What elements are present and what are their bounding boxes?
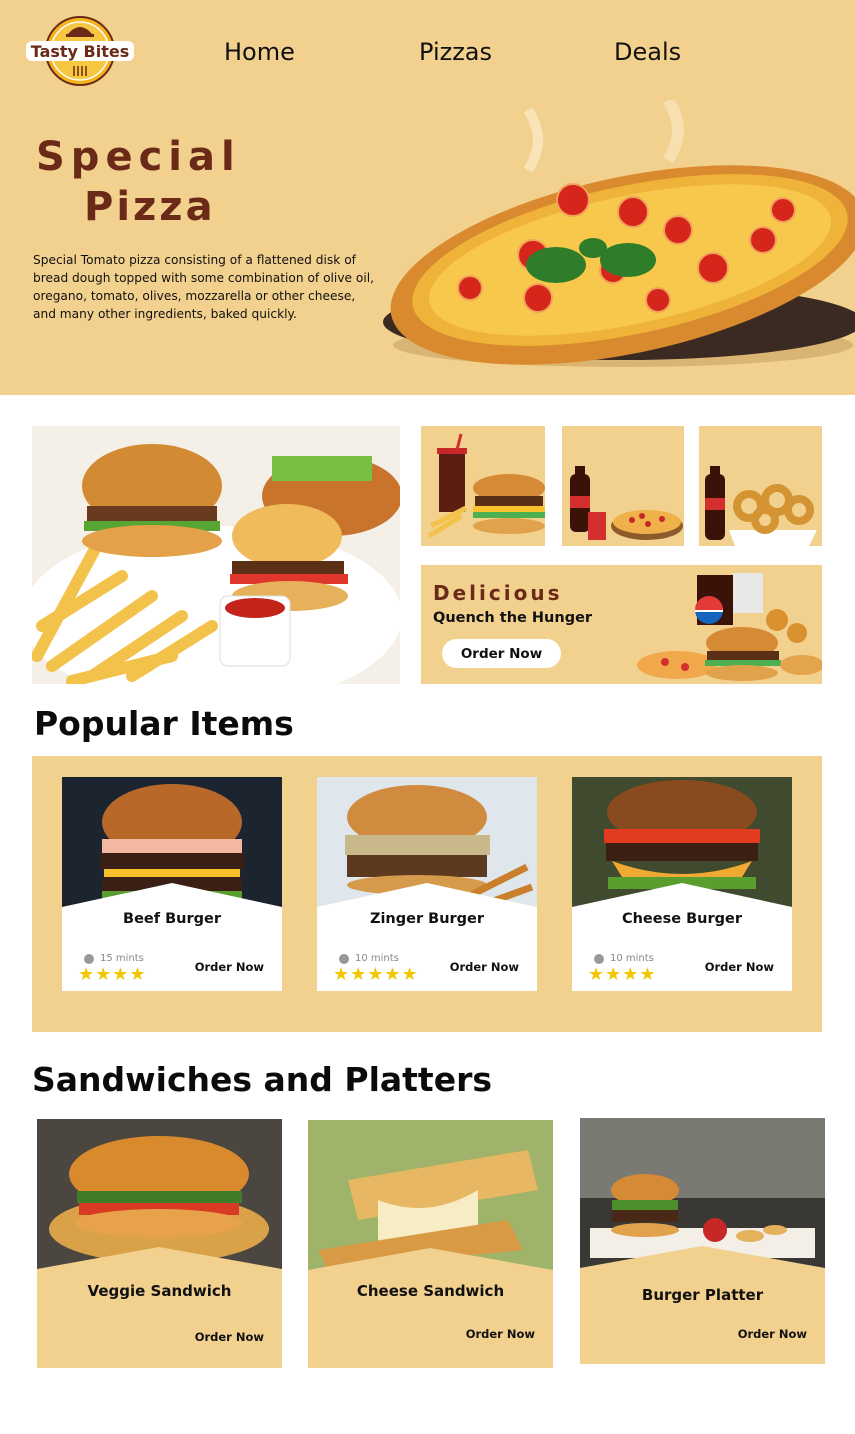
- popular-card-beef-burger[interactable]: Beef Burger 15 mints ★★★★ Order Now: [62, 777, 282, 991]
- hero-title-line2: Pizza: [84, 184, 216, 230]
- banner-title: Delicious: [433, 581, 563, 605]
- popular-card-cheese-burger[interactable]: Cheese Burger 10 mints ★★★★ Order Now: [572, 777, 792, 991]
- clock-icon: [339, 953, 349, 964]
- banner-subtitle: Quench the Hunger: [433, 610, 593, 626]
- beef-burger-image: [62, 777, 282, 915]
- card-title: Zinger Burger: [369, 911, 485, 927]
- svg-text:Tasty Bites: Tasty Bites: [31, 42, 130, 61]
- card-title: Cheese Burger: [621, 911, 743, 927]
- card-title: Cheese Sandwich: [356, 1282, 505, 1300]
- rating-stars: ★★★★: [588, 964, 657, 985]
- combo-thumb-1[interactable]: [421, 426, 545, 546]
- tasty-bites-logo[interactable]: Tasty Bites: [24, 14, 136, 88]
- prep-time: 10 mints: [594, 953, 654, 964]
- hero-description: Special Tomato pizza consisting of a fla…: [33, 253, 375, 321]
- clock-icon: [84, 953, 94, 964]
- pizza-image: [383, 100, 855, 367]
- burger-fries-image: [32, 426, 400, 684]
- prep-time-text: 10 mints: [355, 953, 399, 964]
- sandwiches-title: Sandwiches and Platters: [32, 1060, 493, 1099]
- delicious-banner: Delicious Quench the Hunger Order Now: [421, 565, 822, 684]
- order-now-link[interactable]: Order Now: [195, 960, 264, 974]
- popular-card-zinger-burger[interactable]: Zinger Burger 10 mints ★★★★★ Order Now: [317, 777, 537, 991]
- popular-items-title: Popular Items: [34, 704, 294, 743]
- prep-time: 10 mints: [339, 953, 399, 964]
- clock-icon: [594, 953, 604, 964]
- rating-stars: ★★★★: [78, 964, 147, 985]
- card-title: Veggie Sandwich: [87, 1282, 232, 1300]
- platter-card-burger[interactable]: Burger Platter Order Now: [580, 1118, 825, 1364]
- order-now-link[interactable]: Order Now: [195, 1330, 264, 1344]
- meal-combo-image: [637, 573, 822, 681]
- prep-time: 15 mints: [84, 953, 144, 964]
- hero-section: Tasty Bites Home Pizzas Deals Special Pi…: [0, 0, 855, 395]
- veggie-sandwich-image: [37, 1119, 282, 1274]
- cheese-burger-image: [572, 777, 792, 915]
- order-now-link[interactable]: Order Now: [450, 960, 519, 974]
- zinger-burger-image: [317, 777, 537, 915]
- card-title: Burger Platter: [641, 1286, 764, 1304]
- order-now-link[interactable]: Order Now: [738, 1327, 807, 1341]
- nav-deals[interactable]: Deals: [614, 38, 681, 66]
- combo-thumb-3[interactable]: [699, 426, 822, 546]
- rating-stars: ★★★★★: [333, 964, 419, 985]
- page: Tasty Bites Home Pizzas Deals Special Pi…: [0, 0, 855, 1434]
- sandwich-card-veggie[interactable]: Veggie Sandwich Order Now: [37, 1119, 282, 1368]
- card-title: Beef Burger: [123, 911, 221, 927]
- prep-time-text: 15 mints: [100, 953, 144, 964]
- sandwich-card-cheese[interactable]: Cheese Sandwich Order Now: [308, 1120, 553, 1368]
- burger-platter-image: [580, 1118, 825, 1273]
- order-now-link[interactable]: Order Now: [466, 1327, 535, 1341]
- banner-order-button[interactable]: Order Now: [442, 639, 561, 668]
- order-now-link[interactable]: Order Now: [705, 960, 774, 974]
- prep-time-text: 10 mints: [610, 953, 654, 964]
- combo-thumb-2[interactable]: [562, 426, 684, 546]
- cheese-sandwich-image: [308, 1120, 553, 1275]
- nav-home[interactable]: Home: [224, 38, 295, 66]
- hero-title-line1: Special: [36, 134, 241, 180]
- nav-pizzas[interactable]: Pizzas: [419, 38, 492, 66]
